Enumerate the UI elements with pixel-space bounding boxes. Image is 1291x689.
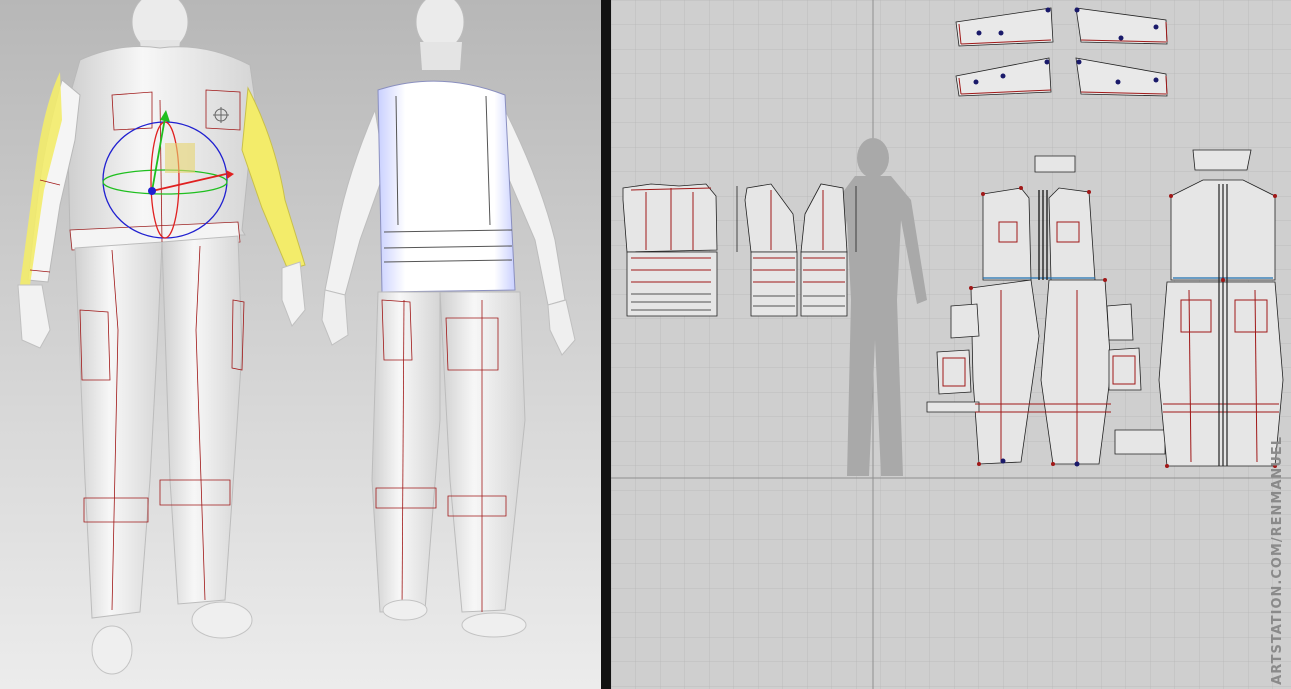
2d-pattern-viewport[interactable]: ARTSTATION.COM/RENMANUEL [611,0,1291,689]
vest-back-pattern[interactable] [622,183,718,317]
watermark: ARTSTATION.COM/RENMANUEL [1270,436,1285,685]
coverall-back-pattern[interactable] [1158,149,1284,467]
3d-scene[interactable] [0,0,601,689]
viewport-divider[interactable] [601,0,611,689]
3d-garment-viewport[interactable] [0,0,601,689]
pattern-canvas[interactable] [611,0,1291,689]
